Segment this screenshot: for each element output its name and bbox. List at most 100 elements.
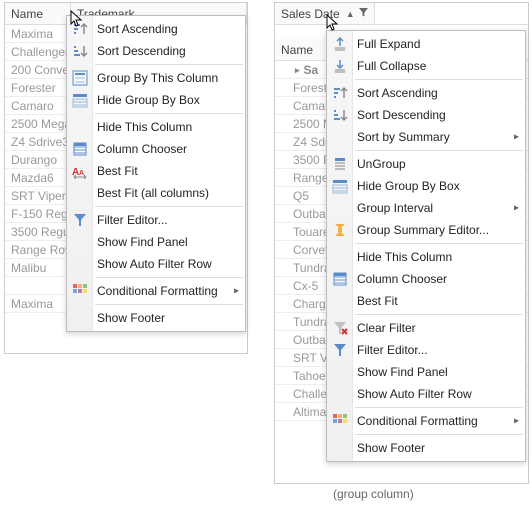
blank-icon — [331, 199, 349, 217]
menu-item[interactable]: Show Auto Filter Row — [327, 383, 525, 405]
filter-icon[interactable] — [359, 8, 368, 19]
best-fit-icon: AA — [71, 162, 89, 180]
menu-item[interactable]: Show Find Panel — [327, 361, 525, 383]
menu-item-label: Conditional Formatting — [357, 414, 478, 428]
cond-fmt-icon — [331, 412, 349, 430]
submenu-caret-icon: ▸ — [514, 203, 519, 214]
menu-item[interactable]: Clear Filter — [327, 317, 525, 339]
menu-item-label: Best Fit — [97, 164, 138, 178]
menu-item[interactable]: Hide This Column — [67, 116, 245, 138]
menu-item[interactable]: Sort Ascending — [67, 18, 245, 40]
menu-item[interactable]: Best Fit (all columns) — [67, 182, 245, 204]
hide-groupbox-icon — [71, 91, 89, 109]
menu-item[interactable]: Sort Descending — [327, 104, 525, 126]
blank-icon — [71, 255, 89, 273]
menu-item[interactable]: Conditional Formatting▸ — [327, 410, 525, 432]
blank-icon — [71, 118, 89, 136]
menu-item-label: Show Find Panel — [357, 365, 448, 379]
sort-desc-icon — [71, 42, 89, 60]
menu-item-label: Column Chooser — [97, 142, 187, 156]
menu-item[interactable]: AA Best Fit — [67, 160, 245, 182]
group-summary-icon — [331, 221, 349, 239]
menu-item-label: Full Collapse — [357, 59, 426, 73]
column-chooser-icon — [331, 270, 349, 288]
menu-separator — [355, 150, 523, 151]
menu-item[interactable]: Best Fit — [327, 290, 525, 312]
menu-item[interactable]: Hide Group By Box — [67, 89, 245, 111]
menu-item[interactable]: Filter Editor... — [327, 339, 525, 361]
blank-icon — [331, 292, 349, 310]
filter-editor-icon — [71, 211, 89, 229]
menu-separator — [355, 79, 523, 80]
submenu-caret-icon: ▸ — [514, 132, 519, 143]
menu-item[interactable]: Group By This Column — [67, 67, 245, 89]
menu-item-label: Filter Editor... — [97, 213, 168, 227]
menu-item[interactable]: Show Footer — [67, 307, 245, 329]
menu-item-label: Show Find Panel — [97, 235, 188, 249]
menu-item[interactable]: Show Find Panel — [67, 231, 245, 253]
sort-asc-icon — [71, 20, 89, 38]
menu-item[interactable]: Show Footer — [327, 437, 525, 459]
menu-item[interactable]: Column Chooser — [327, 268, 525, 290]
column-header-sales-date[interactable]: Sales Date ▲ — [275, 3, 375, 24]
menu-item-label: Show Footer — [97, 311, 165, 325]
menu-separator — [355, 407, 523, 408]
group-column-context-menu[interactable]: Full Expand Full Collapse Sort Ascending So… — [326, 30, 526, 462]
blank-icon — [331, 439, 349, 457]
column-header-label: Name — [11, 7, 43, 21]
menu-separator — [95, 64, 243, 65]
menu-item-label: Hide This Column — [97, 120, 192, 134]
menu-separator — [355, 314, 523, 315]
menu-item-label: Show Auto Filter Row — [357, 387, 472, 401]
sort-desc-icon — [331, 106, 349, 124]
menu-item[interactable]: Group Summary Editor... — [327, 219, 525, 241]
menu-separator — [95, 113, 243, 114]
menu-item-label: Show Footer — [357, 441, 425, 455]
menu-item[interactable]: Filter Editor... — [67, 209, 245, 231]
blank-icon — [331, 128, 349, 146]
caption-label: (group column) — [333, 487, 414, 501]
menu-item[interactable]: Column Chooser — [67, 138, 245, 160]
menu-separator — [95, 277, 243, 278]
menu-separator — [95, 304, 243, 305]
menu-item-label: Sort Ascending — [357, 86, 438, 100]
column-header-label: Sales Date — [281, 7, 340, 21]
svg-text:A: A — [79, 170, 84, 177]
menu-item[interactable]: Show Auto Filter Row — [67, 253, 245, 275]
menu-separator — [355, 434, 523, 435]
group-row-label: Sa — [304, 61, 319, 79]
menu-item[interactable]: Sort Ascending — [327, 82, 525, 104]
menu-item[interactable]: Sort Descending — [67, 40, 245, 62]
expand-caret-icon[interactable]: ▸ — [295, 61, 300, 79]
column-header-name[interactable]: Name — [275, 39, 327, 60]
menu-item-label: Filter Editor... — [357, 343, 428, 357]
blank-icon — [331, 363, 349, 381]
menu-item[interactable]: Conditional Formatting▸ — [67, 280, 245, 302]
menu-separator — [95, 206, 243, 207]
menu-item[interactable]: Hide Group By Box — [327, 175, 525, 197]
menu-item-label: Group Interval — [357, 201, 433, 215]
blank-icon — [71, 309, 89, 327]
menu-item-label: Column Chooser — [357, 272, 447, 286]
menu-item-label: Clear Filter — [357, 321, 416, 335]
menu-item[interactable]: UnGroup — [327, 153, 525, 175]
blank-icon — [331, 248, 349, 266]
blank-icon — [331, 385, 349, 403]
clear-filter-icon — [331, 319, 349, 337]
blank-icon — [71, 233, 89, 251]
column-context-menu[interactable]: Sort Ascending Sort Descending Group By Th… — [66, 15, 246, 332]
column-header-name[interactable]: Name — [5, 3, 71, 24]
full-collapse-icon — [331, 57, 349, 75]
menu-item[interactable]: Group Interval ▸ — [327, 197, 525, 219]
menu-item-label: Sort Descending — [97, 44, 186, 58]
group-col-icon — [71, 69, 89, 87]
menu-item[interactable]: Full Expand — [327, 33, 525, 55]
menu-item-label: Best Fit — [357, 294, 398, 308]
menu-item[interactable]: Sort by Summary▸ — [327, 126, 525, 148]
menu-item[interactable]: Full Collapse — [327, 55, 525, 77]
menu-item-label: UnGroup — [357, 157, 406, 171]
column-header-label: Name — [281, 43, 313, 57]
cond-fmt-icon — [71, 282, 89, 300]
sort-asc-icon: ▲ — [346, 9, 355, 19]
menu-item[interactable]: Hide This Column — [327, 246, 525, 268]
